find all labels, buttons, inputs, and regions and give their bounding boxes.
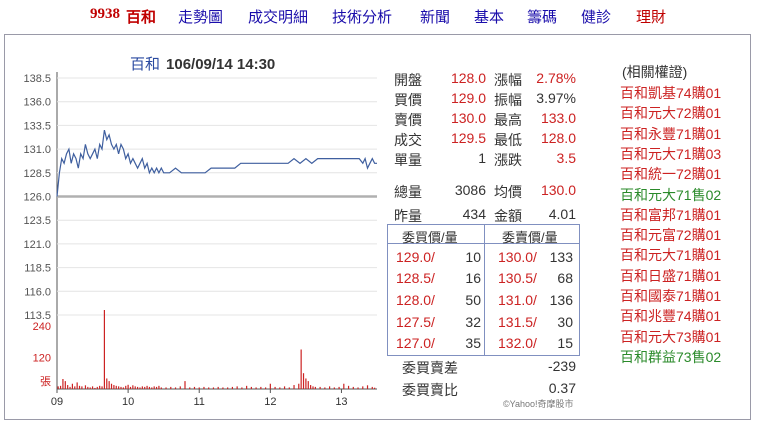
prev-volume-value: 434 [462,206,486,222]
amplitude-label: 振幅 [494,92,522,108]
copyright-text: ©Yahoo!奇摩股市 [503,399,574,409]
low-label: 最低 [494,132,522,148]
bid-qty-3: 50 [465,292,481,308]
bid-qty-1: 10 [465,249,481,265]
warrant-link[interactable]: 百和元大73購01 [620,327,721,347]
order-ratio-label: 委買賣比 [402,382,458,398]
change-value: 3.5 [556,150,576,166]
ask-column-header: 委賣價/量 [502,230,558,245]
y-tick-label: 131.0 [23,144,51,156]
bid-price-5: 127.0/ [396,335,435,351]
warrant-link[interactable]: 百和永豐71購01 [620,124,721,144]
bid-column-header: 委買價/量 [402,230,458,245]
bid-qty-4: 32 [465,314,481,330]
bid-qty-5: 35 [465,335,481,351]
bid-price-4: 127.5/ [396,314,435,330]
warrant-link[interactable]: 百和元大71購01 [620,245,721,265]
amount-label: 金額 [494,208,522,224]
y-tick-label: 126.0 [23,192,51,204]
change-label: 漲跌 [494,152,522,168]
unit-volume-value: 1 [478,150,486,166]
y-tick-label: 116.0 [24,286,51,298]
last-label: 成交 [394,132,422,148]
warrant-link[interactable]: 百和群益73售02 [620,347,721,367]
order-diff-value: -239 [547,358,576,374]
bid-price-1: 129.0/ [396,249,435,265]
y-tick-label: 138.5 [23,73,51,85]
warrant-link[interactable]: 百和統一72購01 [620,164,721,184]
order-ratio-value: 0.37 [548,380,576,396]
high-value: 133.0 [540,110,576,126]
warrant-link[interactable]: 百和富邦71購01 [620,205,721,225]
change-pct-value: 2.78% [536,70,576,86]
ask-price-1: 130.0/ [498,249,537,265]
bid-price-2: 128.5/ [396,270,435,286]
warrant-link[interactable]: 百和元大72購01 [620,103,721,123]
volume-tick-label: 120 [33,352,51,364]
ask-price-3: 131.0/ [498,292,537,308]
bid-price-3: 128.0/ [396,292,435,308]
order-book-table: 委買價/量 委賣價/量 129.0/ 10 130.0/ 133 128.5/ … [387,224,580,356]
ask-price-2: 130.5/ [498,270,537,286]
prev-volume-label: 昨量 [394,208,422,224]
ask-price-5: 132.0/ [498,335,537,351]
total-volume-value: 3086 [454,182,486,198]
warrant-link[interactable]: 百和凱基74購01 [620,83,721,103]
x-tick-label: 10 [122,396,134,408]
y-tick-label: 136.0 [23,97,51,109]
y-tick-label: 133.5 [23,120,51,132]
warrant-link[interactable]: 百和元大71購03 [620,144,721,164]
warrant-link[interactable]: 百和國泰71購01 [620,286,721,306]
last-value: 129.5 [450,130,486,146]
ask-qty-3: 136 [549,292,573,308]
volume-tick-label: 張 [40,375,51,388]
warrants-title: (相關權證) [622,64,688,80]
order-book-divider [484,225,485,355]
y-tick-label: 118.5 [24,263,51,275]
total-volume-label: 總量 [394,184,422,200]
high-label: 最高 [494,112,522,128]
amplitude-value: 3.97% [536,90,576,106]
x-tick-label: 13 [335,396,347,408]
x-tick-label: 11 [194,396,205,408]
order-diff-label: 委買賣差 [402,360,458,376]
bid-qty-2: 16 [465,270,481,286]
amount-value: 4.01 [548,206,576,222]
x-tick-label: 09 [51,396,63,408]
warrant-link[interactable]: 百和元大71售02 [620,185,721,205]
unit-volume-label: 單量 [394,152,422,168]
low-value: 128.0 [540,130,576,146]
y-tick-label: 123.5 [23,215,51,227]
ask-qty-1: 133 [549,249,573,265]
open-value: 128.0 [450,70,486,86]
ask-value: 130.0 [450,110,486,126]
warrant-link[interactable]: 百和兆豐74購01 [620,306,721,326]
price-line [56,129,377,197]
ask-label: 賣價 [394,112,422,128]
avg-price-value: 130.0 [540,182,576,198]
ask-qty-2: 68 [557,270,573,286]
change-pct-label: 漲幅 [494,72,522,88]
x-tick-label: 12 [264,396,276,408]
avg-price-label: 均價 [494,184,522,200]
ask-qty-4: 30 [557,314,573,330]
y-tick-label: 128.5 [23,168,51,180]
ask-qty-5: 15 [557,335,573,351]
ask-price-4: 131.5/ [498,314,537,330]
bid-value: 129.0 [450,90,486,106]
warrant-link[interactable]: 百和日盛71購01 [620,266,721,286]
open-label: 開盤 [394,72,422,88]
volume-tick-label: 240 [33,321,51,333]
y-tick-label: 121.0 [23,239,51,251]
bid-label: 買價 [394,92,422,108]
warrant-link[interactable]: 百和元富72購01 [620,225,721,245]
